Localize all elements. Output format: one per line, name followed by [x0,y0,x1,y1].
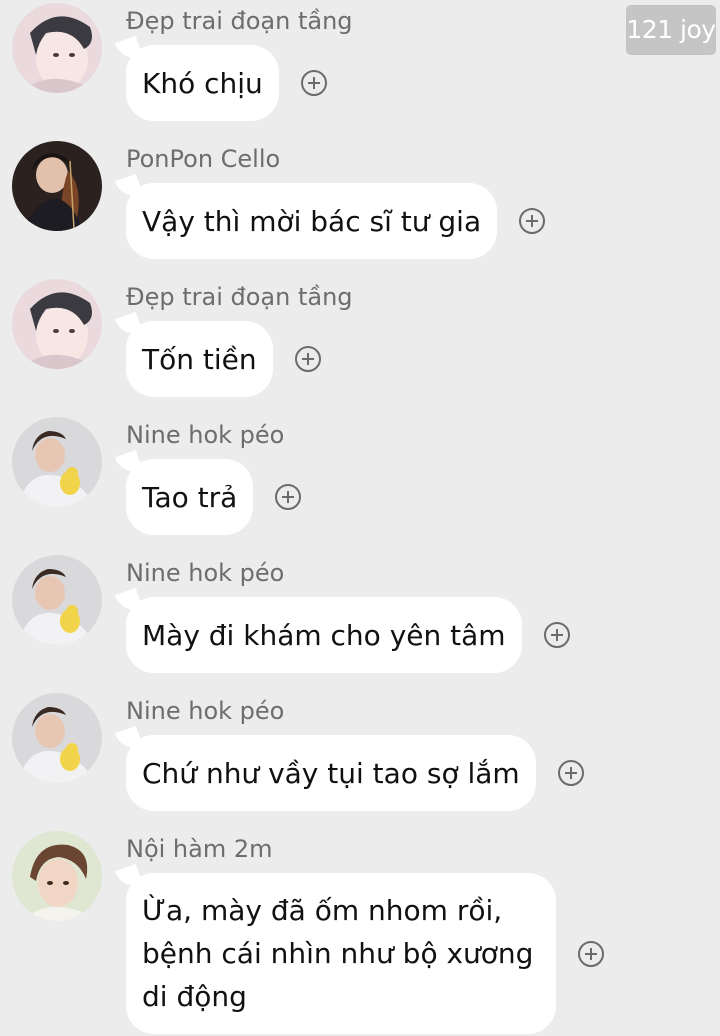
message-bubble[interactable]: Chứ như vầy tụi tao sợ lắm [126,735,536,811]
sender-name: Nội hàm 2m [126,835,273,863]
add-reaction-icon[interactable] [300,70,327,96]
message-bubble[interactable]: Khó chịu [126,45,279,121]
boy-duck-avatar-icon[interactable] [12,417,102,507]
message-bubble[interactable]: Tao trả [126,459,254,535]
sender-name: Nine hok péo [126,559,285,587]
add-reaction-icon[interactable] [557,760,584,786]
message-bubble-row: Tao trả [126,459,302,535]
message-bubble-row: Khó chịu [126,45,327,121]
message-bubble[interactable]: Ừa, mày đã ốm nhom rồi, bệnh cái nhìn nh… [126,873,556,1034]
message-bubble-row: Chứ như vầy tụi tao sợ lắm [126,735,584,811]
sender-name: Nine hok péo [126,421,285,449]
message-bubble-row: Vậy thì mời bác sĩ tư gia [126,183,546,259]
message-bubble[interactable]: Mày đi khám cho yên tâm [126,597,522,673]
sender-name: PonPon Cello [126,145,281,173]
add-reaction-icon[interactable] [543,622,570,648]
message-bubble-row: Tốn tiền [126,321,321,397]
message-bubble[interactable]: Tốn tiền [126,321,273,397]
sender-name: Nine hok péo [126,697,285,725]
sender-name: Đẹp trai đoạn tầng [126,7,353,35]
boy-duck-avatar-icon[interactable] [12,555,102,645]
boy-duck-avatar-icon[interactable] [12,693,102,783]
add-reaction-icon[interactable] [294,346,321,372]
watermark-label: 121 joy [626,5,716,55]
add-reaction-icon[interactable] [578,940,604,967]
boy-pale-avatar-icon[interactable] [12,3,102,93]
message-bubble-row: Mày đi khám cho yên tâm [126,597,570,673]
message-bubble[interactable]: Vậy thì mời bác sĩ tư gia [126,183,498,259]
add-reaction-icon[interactable] [275,484,302,510]
add-reaction-icon[interactable] [519,208,546,234]
message-bubble-row: Ừa, mày đã ốm nhom rồi, bệnh cái nhìn nh… [126,873,604,1034]
boy-pale-avatar-icon[interactable] [12,279,102,369]
boy-brown-hair-avatar-icon[interactable] [12,831,102,921]
cello-player-avatar-icon[interactable] [12,141,102,231]
sender-name: Đẹp trai đoạn tầng [126,283,353,311]
